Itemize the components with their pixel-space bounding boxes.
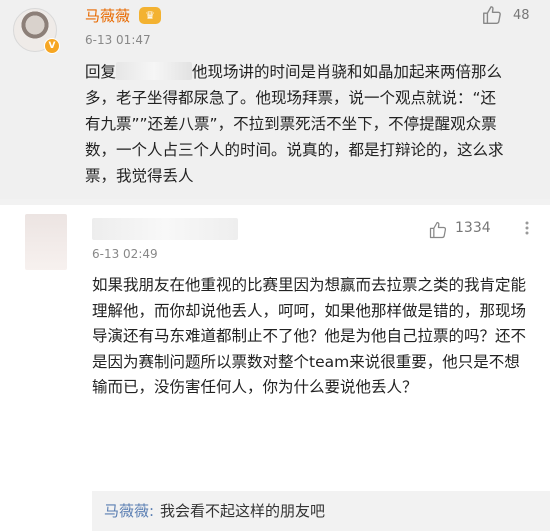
comment-text: 回复 他现场讲的时间是肖骁和如晶加起来两倍那么多，老子坐得都尿急了。他现场拜票，说… bbox=[85, 59, 505, 189]
crown-badge-icon: ♛ bbox=[139, 7, 161, 24]
comment-card-2: 6-13 02:49 1334 如果我朋友在他重视的比赛里因为想赢而去拉票之类的… bbox=[0, 205, 550, 531]
like-count: 48 bbox=[513, 8, 530, 23]
comment-text: 如果我朋友在他重视的比赛里因为想赢而去拉票之类的我肯定能理解他，而你却说他丢人，… bbox=[92, 276, 527, 396]
more-options-button[interactable] bbox=[517, 218, 537, 238]
reply-prefix: 回复 bbox=[85, 63, 117, 81]
thumbs-up-icon bbox=[429, 221, 447, 239]
reply-text: 我会看不起这样的朋友吧 bbox=[160, 502, 326, 520]
more-dots-icon bbox=[525, 221, 529, 235]
redacted-username bbox=[92, 218, 238, 240]
timestamp: 6-13 02:49 bbox=[92, 247, 158, 261]
redacted-username bbox=[116, 62, 193, 80]
avatar[interactable] bbox=[25, 214, 67, 270]
thumbs-up-icon bbox=[483, 6, 501, 24]
username[interactable]: 马薇薇 bbox=[85, 5, 130, 26]
timestamp: 6-13 01:47 bbox=[85, 33, 151, 47]
comment-body: 他现场讲的时间是肖骁和如晶加起来两倍那么多，老子坐得都尿急了。他现场拜票，说一个… bbox=[85, 63, 504, 185]
like-button[interactable] bbox=[481, 4, 503, 26]
like-button[interactable] bbox=[428, 220, 448, 240]
reply-box[interactable]: 马薇薇: 我会看不起这样的朋友吧 bbox=[92, 491, 550, 531]
reply-username[interactable]: 马薇薇: bbox=[104, 500, 154, 521]
like-count: 1334 bbox=[455, 220, 491, 236]
comment-card-1: V 马薇薇 ♛ 6-13 01:47 48 回复 他现场讲的时间是肖骁和如晶加起来… bbox=[0, 0, 550, 199]
v-verified-icon: V bbox=[44, 38, 60, 54]
